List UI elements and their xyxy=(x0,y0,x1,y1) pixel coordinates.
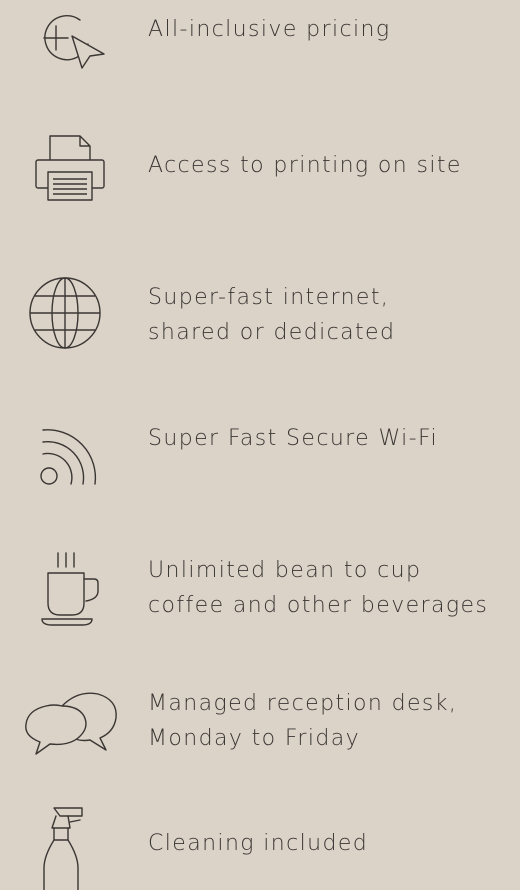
globe-icon xyxy=(20,276,120,352)
feature-label: Super-fast internet, shared or dedicated xyxy=(148,285,396,345)
coffee-cup-icon xyxy=(20,549,120,629)
feature-label: Unlimited bean to cup coffee and other b… xyxy=(148,558,489,618)
add-cursor-icon xyxy=(20,6,120,76)
feature-label: Super Fast Secure Wi-Fi xyxy=(148,426,438,451)
feature-label: All-inclusive pricing xyxy=(148,17,391,42)
spray-bottle-icon xyxy=(20,806,120,890)
chat-bubbles-icon xyxy=(20,688,120,764)
feature-label: Managed reception desk, Monday to Friday xyxy=(148,691,458,751)
feature-label: Access to printing on site xyxy=(148,153,462,178)
printer-icon xyxy=(20,132,120,204)
wifi-icon xyxy=(20,420,120,492)
feature-label: Cleaning included xyxy=(148,831,369,856)
